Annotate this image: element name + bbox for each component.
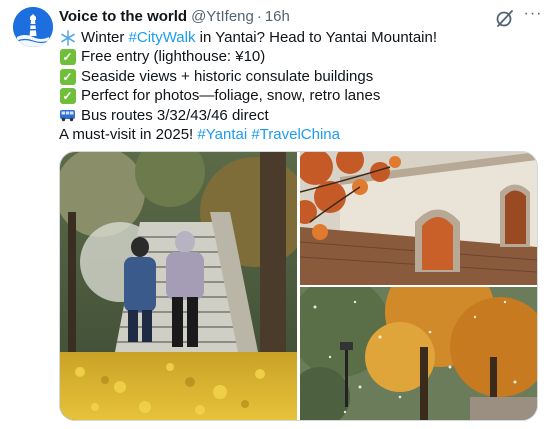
more-options-button[interactable]: ··· bbox=[520, 6, 546, 27]
post-line: ✓ Seaside views + historic consulate bui… bbox=[59, 67, 539, 86]
avatar[interactable] bbox=[13, 7, 53, 47]
bus-icon bbox=[59, 107, 76, 124]
post-text-segment: Free entry (lighthouse: ¥10) bbox=[81, 48, 266, 66]
post-text-segment: in Yantai? Head to Yantai Mountain! bbox=[195, 29, 438, 46]
lighthouse-icon bbox=[13, 7, 53, 47]
post-text-segment: Seaside views + historic consulate build… bbox=[81, 67, 374, 85]
hashtag-travelchina[interactable]: #TravelChina bbox=[251, 125, 340, 144]
post-line: ✓ Perfect for photos—foliage, snow, retr… bbox=[59, 86, 539, 105]
post-line: Winter #CityWalk in Yantai? Head to Yant… bbox=[59, 28, 539, 47]
hashtag-yantai[interactable]: #Yantai bbox=[197, 125, 247, 144]
check-mark-icon: ✓ bbox=[59, 49, 76, 66]
post-header: Voice to the world @YtIfeng · 16h bbox=[59, 8, 290, 28]
check-mark-icon: ✓ bbox=[59, 87, 76, 104]
autumn-trees-snow-photo[interactable] bbox=[300, 287, 537, 420]
historic-building-photo[interactable] bbox=[300, 152, 537, 285]
grok-icon bbox=[496, 10, 513, 27]
post-time[interactable]: 16h bbox=[265, 8, 290, 25]
author-name[interactable]: Voice to the world bbox=[59, 8, 187, 25]
post-text-segment: Bus routes 3/32/43/46 direct bbox=[81, 106, 269, 124]
author-handle[interactable]: @YtIfeng bbox=[191, 8, 254, 25]
post-text-segment: A must-visit in 2025! bbox=[59, 126, 198, 144]
post-line: A must-visit in 2025! #Yantai #TravelChi… bbox=[59, 125, 539, 144]
separator-dot: · bbox=[256, 8, 262, 25]
post-text-segment: Winter bbox=[81, 29, 129, 46]
hashtag-citywalk[interactable]: #CityWalk bbox=[129, 28, 196, 47]
check-mark-icon: ✓ bbox=[59, 68, 76, 85]
media-grid bbox=[59, 151, 538, 421]
snowflake-icon bbox=[59, 29, 76, 46]
post-text: Winter #CityWalk in Yantai? Head to Yant… bbox=[59, 28, 539, 144]
snowy-stairs-photo[interactable] bbox=[60, 152, 297, 420]
grok-button[interactable] bbox=[494, 7, 516, 29]
post-line: ✓ Free entry (lighthouse: ¥10) bbox=[59, 47, 539, 66]
post-text-segment: Perfect for photos—foliage, snow, retro … bbox=[81, 87, 381, 105]
post-line: Bus routes 3/32/43/46 direct bbox=[59, 106, 539, 125]
